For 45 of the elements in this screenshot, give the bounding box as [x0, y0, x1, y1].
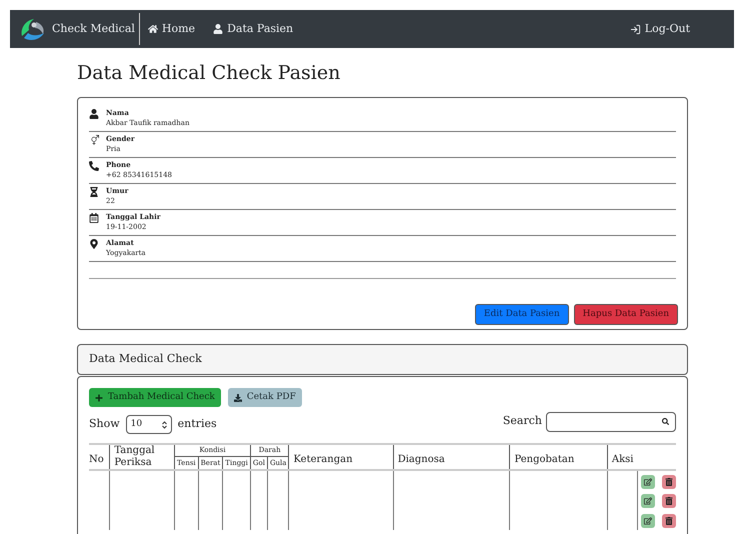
edit-button[interactable]: [641, 494, 655, 508]
column-header: No: [89, 444, 110, 470]
page-title: Data Medical Check Pasien: [77, 61, 342, 85]
edit-icon: [644, 497, 652, 505]
delete-button[interactable]: [662, 474, 676, 488]
edit-button[interactable]: [641, 474, 655, 488]
column-header: Aksi: [607, 444, 638, 470]
edit-icon: [644, 478, 652, 486]
hourglass-icon: [89, 187, 99, 197]
page-size-select[interactable]: 10: [126, 415, 172, 434]
column-header: Pengobatan: [510, 444, 608, 470]
search-label: Search: [502, 413, 542, 430]
section-header: Data Medical Check: [77, 344, 688, 375]
search-field[interactable]: [546, 412, 676, 432]
show-label: Show: [89, 416, 120, 432]
updown-icon: [162, 420, 167, 428]
trash-icon: [665, 478, 673, 486]
gender-icon: [89, 135, 99, 145]
calendar-icon: [89, 213, 99, 223]
trash-icon: [665, 497, 673, 505]
search-icon: [662, 418, 669, 425]
edit-button[interactable]: [641, 514, 655, 528]
nav-link[interactable]: Home: [148, 20, 196, 38]
person-icon: [213, 24, 224, 34]
home-icon: [148, 24, 158, 34]
trash-icon: [665, 517, 673, 525]
edit-icon: [644, 517, 652, 525]
delete-button[interactable]: [662, 494, 676, 508]
person-icon: [89, 109, 99, 119]
column-header: Tanggal Periksa: [110, 444, 175, 470]
add-medical-check-button[interactable]: Tambah Medical Check: [89, 388, 221, 407]
logout-link[interactable]: Log-Out: [630, 20, 690, 38]
edit-patient-button[interactable]: Edit Data Pasien: [474, 304, 569, 325]
delete-button[interactable]: [662, 514, 676, 528]
map-pin-icon: [89, 239, 99, 249]
nav-link[interactable]: Data Pasien: [213, 20, 294, 38]
column-header: Keterangan: [288, 444, 394, 470]
column-header: Diagnosa: [393, 444, 510, 470]
download-icon: [234, 394, 242, 402]
brand-name[interactable]: Check Medical: [52, 20, 135, 38]
phone-icon: [89, 161, 99, 171]
logout-icon: [630, 24, 641, 34]
entries-label: entries: [178, 416, 217, 432]
print-pdf-button[interactable]: Cetak PDF: [228, 388, 302, 407]
plus-icon: [95, 394, 103, 402]
